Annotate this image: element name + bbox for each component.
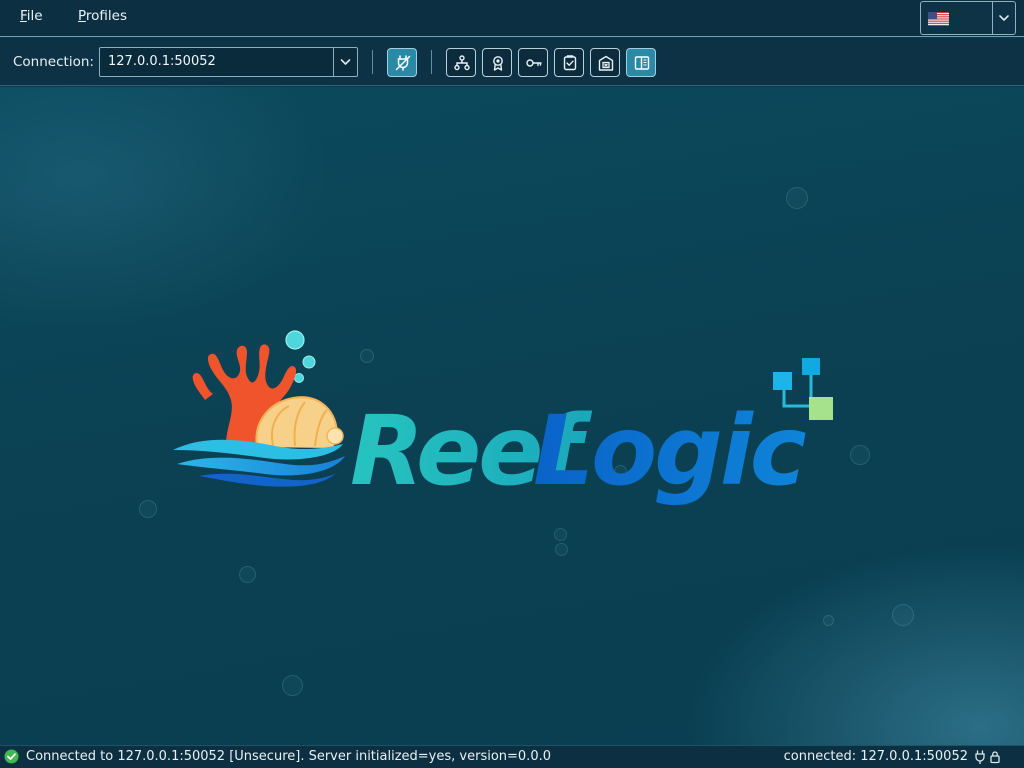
connection-select[interactable]: 127.0.0.1:50052: [99, 47, 358, 77]
disconnect-button[interactable]: [387, 48, 417, 77]
certificate-icon: [493, 56, 503, 71]
logo-bubble: [285, 330, 305, 350]
check-circle-icon: [4, 749, 19, 764]
checklist-button[interactable]: [554, 48, 584, 77]
toolbar-separator: [372, 50, 373, 74]
toolbar-separator: [431, 50, 432, 74]
language-dropdown-button[interactable]: [992, 2, 1015, 34]
status-bar: Connected to 127.0.0.1:50052 [Unsecure].…: [0, 745, 1024, 768]
bubble-decoration: [786, 187, 808, 209]
us-flag-icon: [928, 12, 949, 26]
vault-icon: [598, 55, 614, 71]
certificate-button[interactable]: [482, 48, 512, 77]
connection-dropdown-button[interactable]: [333, 48, 357, 76]
bubble-decoration: [850, 445, 870, 465]
plug-icon: [975, 750, 985, 764]
connection-label: Connection:: [13, 54, 94, 70]
topology-button[interactable]: [446, 48, 476, 77]
reeflogic-logo: Reef Logic: [173, 330, 833, 507]
menu-file[interactable]: File: [20, 8, 43, 24]
vault-button[interactable]: [590, 48, 620, 77]
bubble-decoration: [554, 528, 567, 541]
bubble-decoration: [239, 566, 256, 583]
clipboard-check-icon: [563, 55, 577, 71]
toolbar: Connection: 127.0.0.1:50052: [0, 38, 1024, 86]
keys-button[interactable]: [518, 48, 548, 77]
logo-word-logic: Logic: [533, 395, 806, 507]
bubble-decoration: [139, 500, 157, 518]
menu-profiles[interactable]: Profiles: [78, 8, 127, 24]
logo-bubble: [294, 373, 304, 383]
chevron-down-icon: [999, 15, 1009, 21]
panel-toggle-button[interactable]: [626, 48, 656, 77]
chevron-down-icon: [340, 59, 351, 65]
logo-bubble: [302, 355, 316, 369]
language-selector[interactable]: [920, 1, 1016, 35]
splash-area: Reef Logic: [0, 87, 1024, 745]
menu-bar: File Profiles: [0, 0, 1024, 37]
status-message: Connected to 127.0.0.1:50052 [Unsecure].…: [26, 749, 551, 764]
disconnect-plug-icon: [395, 55, 411, 71]
bubble-decoration: [892, 604, 914, 626]
connection-value: 127.0.0.1:50052: [108, 54, 216, 69]
lock-icon: [990, 751, 1000, 764]
panel-toggle-icon: [634, 56, 650, 70]
bubble-decoration: [823, 615, 834, 626]
connection-status: connected: 127.0.0.1:50052: [783, 749, 968, 764]
bubble-decoration: [282, 675, 303, 696]
topology-icon: [454, 55, 470, 71]
bubble-decoration: [555, 543, 568, 556]
key-icon: [526, 59, 542, 67]
